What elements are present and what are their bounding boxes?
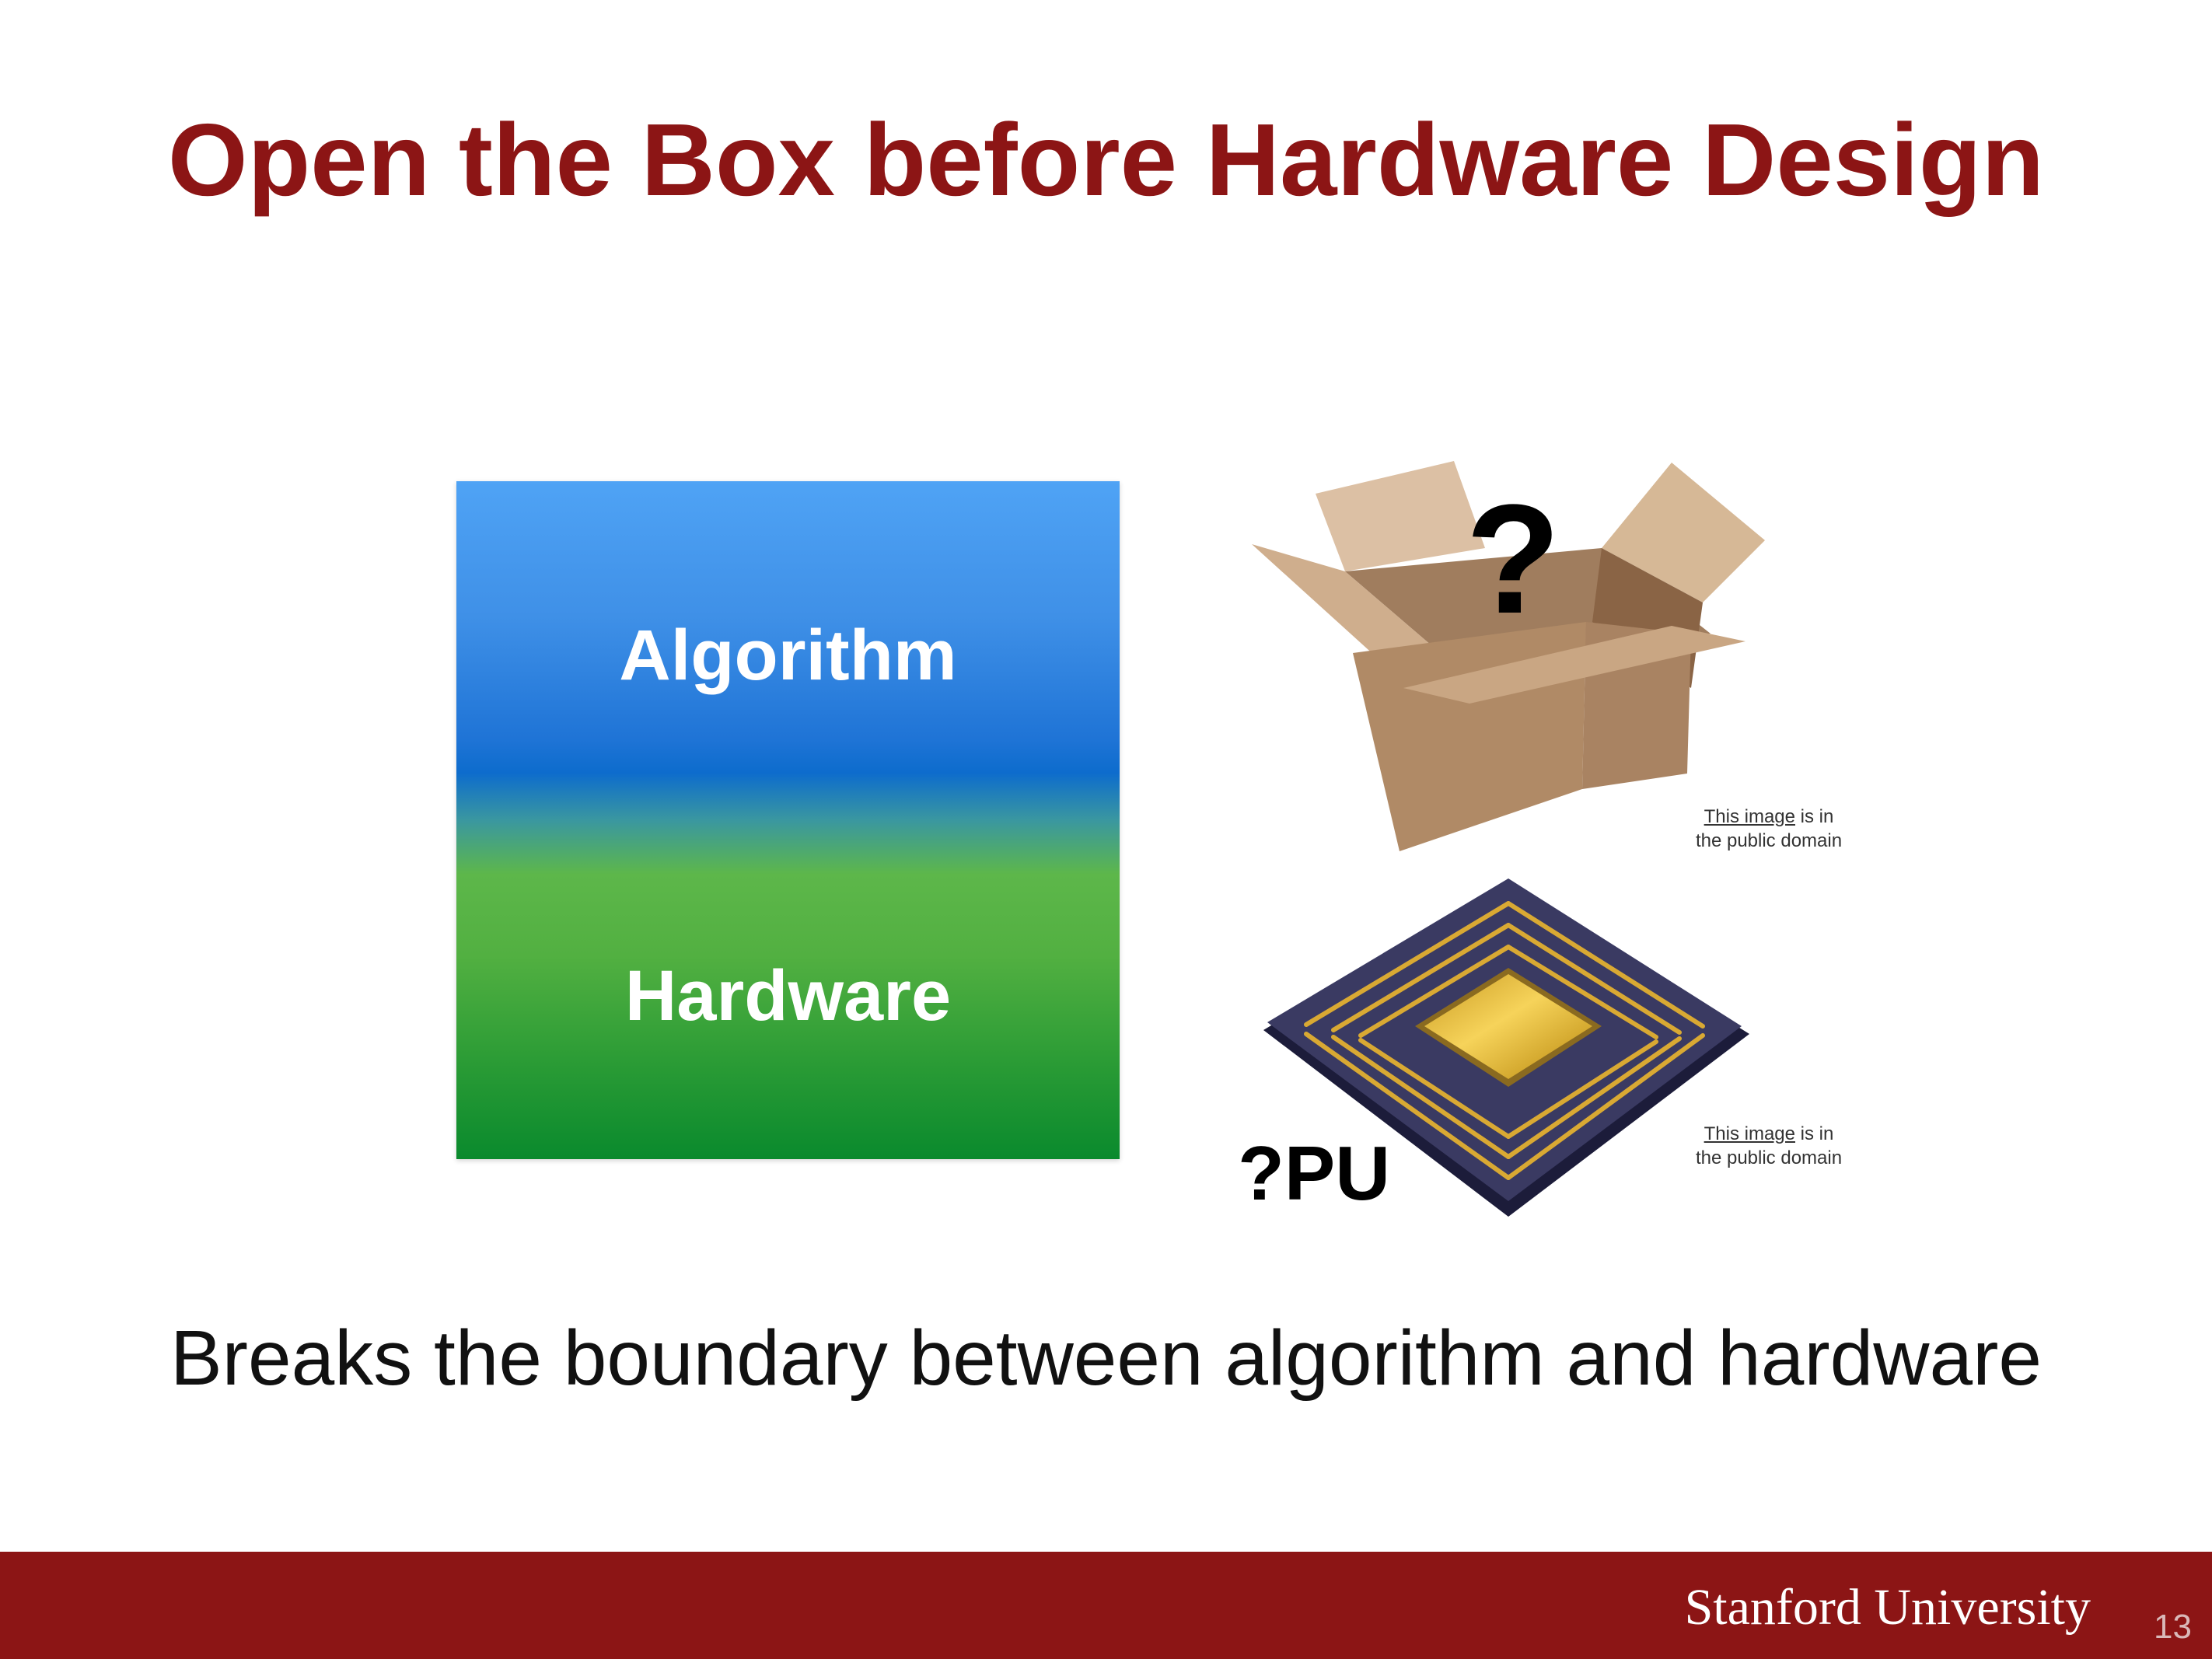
box-image-credit: This image is in the public domain <box>1695 806 1843 851</box>
slide-tagline: Breaks the boundary between algorithm an… <box>169 1315 2043 1402</box>
page-number: 13 <box>2154 1608 2192 1646</box>
chip-image-credit-link[interactable]: This image <box>1704 1123 1795 1144</box>
chip-image-credit: This image is in the public domain <box>1695 1123 1843 1168</box>
slide-title: Open the Box before Hardware Design <box>167 103 2045 217</box>
algorithm-label: Algorithm <box>619 616 957 695</box>
university-logo-text: Stanford University <box>1684 1579 2091 1636</box>
cpu-unknown-label: ?PU <box>1238 1130 1390 1216</box>
footer-bar: Stanford University 13 <box>0 1552 2212 1659</box>
hardware-label: Hardware <box>624 956 952 1036</box>
box-image-credit-link[interactable]: This image <box>1704 806 1795 827</box>
question-mark: ? <box>1466 473 1561 646</box>
algorithm-hardware-stack: Algorithm Hardware <box>456 481 1120 1159</box>
